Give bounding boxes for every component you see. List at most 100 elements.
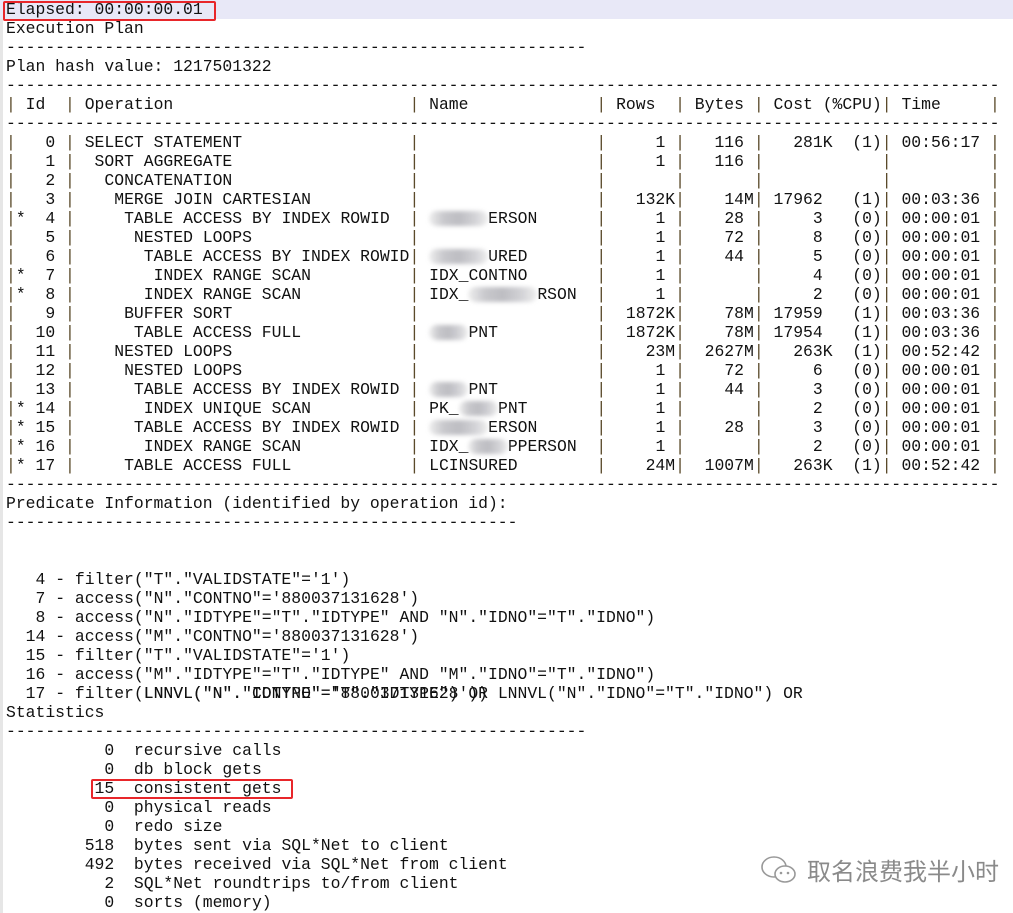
column-separator: | [65,171,75,190]
column-separator: | [409,209,420,228]
row-bytes: 116 [714,133,744,152]
column-separator: | [990,380,1000,399]
row-rows: 1 [655,247,666,266]
plan-row[interactable]: | | | | | | | | 11 NESTED LOOPS 23M 2627M 263K (1) 00:… [6,342,1013,361]
column-separator: | [881,342,892,361]
column-separator: | [409,266,420,285]
plan-row[interactable]: | | | | | | | | 1 SORT AGGREGATE 1 116 [6,152,1013,171]
statistic-label: recursive calls [133,741,282,760]
column-separator: | [596,380,607,399]
statistic-value: 0 [104,760,115,779]
column-separator: | [596,247,607,266]
column-separator: | [753,247,764,266]
row-cpu: (0) [852,399,882,418]
plan-row[interactable]: | | | | | | | | 3 MERGE JOIN CARTESIAN 132K 14M 1796… [6,190,1013,209]
object-name-suffix: PNT [468,323,498,342]
column-separator: | [6,190,16,209]
plan-row[interactable]: | | | | | | | | * 7 INDEX RANGE SCAN IDX_CONTNO 1 4 (0… [6,266,1013,285]
row-time: 00:52:42 [901,342,981,361]
plan-row[interactable]: | | | | | | | | 6 TABLE ACCESS BY INDEX ROWID URED… [6,247,1013,266]
column-separator: | [65,399,75,418]
row-cpu: (0) [852,437,882,456]
plan-row[interactable]: | | | | | | | | 5 NESTED LOOPS 1 72 8 (0) 00:00:01 [6,228,1013,247]
plan-row[interactable]: | | | | | | | | 10 TABLE ACCESS FULL PNT 1872K 78M 17… [6,323,1013,342]
column-separator: | [753,266,764,285]
column-separator: | [675,266,685,285]
plan-row[interactable]: | | | | | | | | * 16 INDEX RANGE SCAN IDX_ PPERSON 1 2… [6,437,1013,456]
object-name-prefix: IDX_ [429,285,469,304]
predicate-text: access("N"."IDTYPE"="T"."IDTYPE" AND "N"… [74,608,656,627]
predicate-dash: - [55,608,66,627]
plan-row[interactable]: | | | | | | | | 13 TABLE ACCESS BY INDEX ROWID PNT… [6,380,1013,399]
predicate-id: 15 [25,646,46,665]
column-separator: | [881,209,892,228]
row-rows: 1 [655,285,666,304]
plan-row[interactable]: | | | | | | | | 2 CONCATENATION [6,171,1013,190]
row-rows: 1872K [625,323,676,342]
column-separator: | [6,399,16,418]
column-separator: | [675,323,685,342]
predicate-marker: * [15,266,26,285]
statistic-label: bytes received via SQL*Net from client [133,855,508,874]
column-separator: | [6,228,16,247]
row-rows: 24M [645,456,676,475]
statistic-label: SQL*Net roundtrips to/from client [133,874,459,893]
redacted-blur [429,325,469,341]
row-bytes: 44 [724,380,744,399]
column-separator: | [6,304,16,323]
column-separator: | [65,247,75,266]
column-separator: | [753,361,764,380]
row-operation: TABLE ACCESS FULL [124,456,292,475]
plan-row[interactable]: | | | | | | | | * 15 TABLE ACCESS BY INDEX ROWID ER… [6,418,1013,437]
statistic-label: physical reads [133,798,272,817]
row-time: 00:56:17 [901,133,981,152]
statistic-line: 0 sorts (memory) [6,893,1013,912]
object-name-prefix: LCINSURED [429,456,518,475]
header-name: Name [429,95,469,114]
predicate-text: access("M"."CONTNO"='880037131628') [74,627,420,646]
column-separator: | [990,152,1000,171]
row-cpu: (1) [852,342,882,361]
predicate-text: access("M"."IDTYPE"="T"."IDTYPE" AND "M"… [74,665,656,684]
column-separator: | [990,323,1000,342]
plan-row[interactable]: | | | | | | | | * 17 TABLE ACCESS FULL LCINSURED 24M… [6,456,1013,475]
column-separator: | [6,209,16,228]
column-separator: | [65,361,75,380]
header-operation: Operation [84,95,174,114]
watermark-text: 取名浪费我半小时 [807,858,999,886]
sql-output-pane[interactable]: Elapsed: 00:00:00.01 Execution Plan ----… [6,0,1013,913]
row-id: 10 [35,323,56,342]
row-object-name: LCINSURED [429,456,518,475]
row-time: 00:00:01 [901,361,981,380]
column-separator: | [881,266,892,285]
row-cpu: (1) [852,456,882,475]
column-separator: | [65,456,75,475]
plan-row[interactable]: | | | | | | | | 0 SELECT STATEMENT 1 116 281K (1) 00:5… [6,133,1013,152]
column-separator: | [6,380,16,399]
predicate-line: 14- access("M"."CONTNO"='880037131628') [6,627,1013,646]
column-separator: | [881,361,892,380]
plan-row[interactable]: | | | | | | | | * 14 INDEX UNIQUE SCAN PK_ PNT 1 2 (0) 0… [6,399,1013,418]
row-cost: 17954 [773,323,823,342]
row-operation: NESTED LOOPS [133,228,252,247]
column-separator: | [6,285,16,304]
column-separator: | [675,95,685,114]
column-separator: | [65,190,75,209]
column-separator: | [6,418,16,437]
predicate-marker: * [15,456,26,475]
header-rows: Rows [616,95,656,114]
plan-row[interactable]: | | | | | | | | 12 NESTED LOOPS 1 72 6 (0) 00:00:01 [6,361,1013,380]
redacted-blur [429,382,469,398]
column-separator: | [409,437,420,456]
plan-row[interactable]: | | | | | | | | 9 BUFFER SORT 1872K 78M 17959 (1) 00:0… [6,304,1013,323]
predicate-marker: * [15,437,26,456]
plan-row[interactable]: | | | | | | | | * 8 INDEX RANGE SCAN IDX_ RSON 1 2 (0) 0… [6,285,1013,304]
column-separator: | [753,171,764,190]
predicate-id: 16 [25,665,46,684]
header-time: Time [901,95,941,114]
column-separator: | [65,342,75,361]
plan-row[interactable]: | | | | | | | | * 4 TABLE ACCESS BY INDEX ROWID ERS… [6,209,1013,228]
row-rows: 1 [655,133,666,152]
row-time: 00:00:01 [901,399,981,418]
column-separator: | [65,380,75,399]
